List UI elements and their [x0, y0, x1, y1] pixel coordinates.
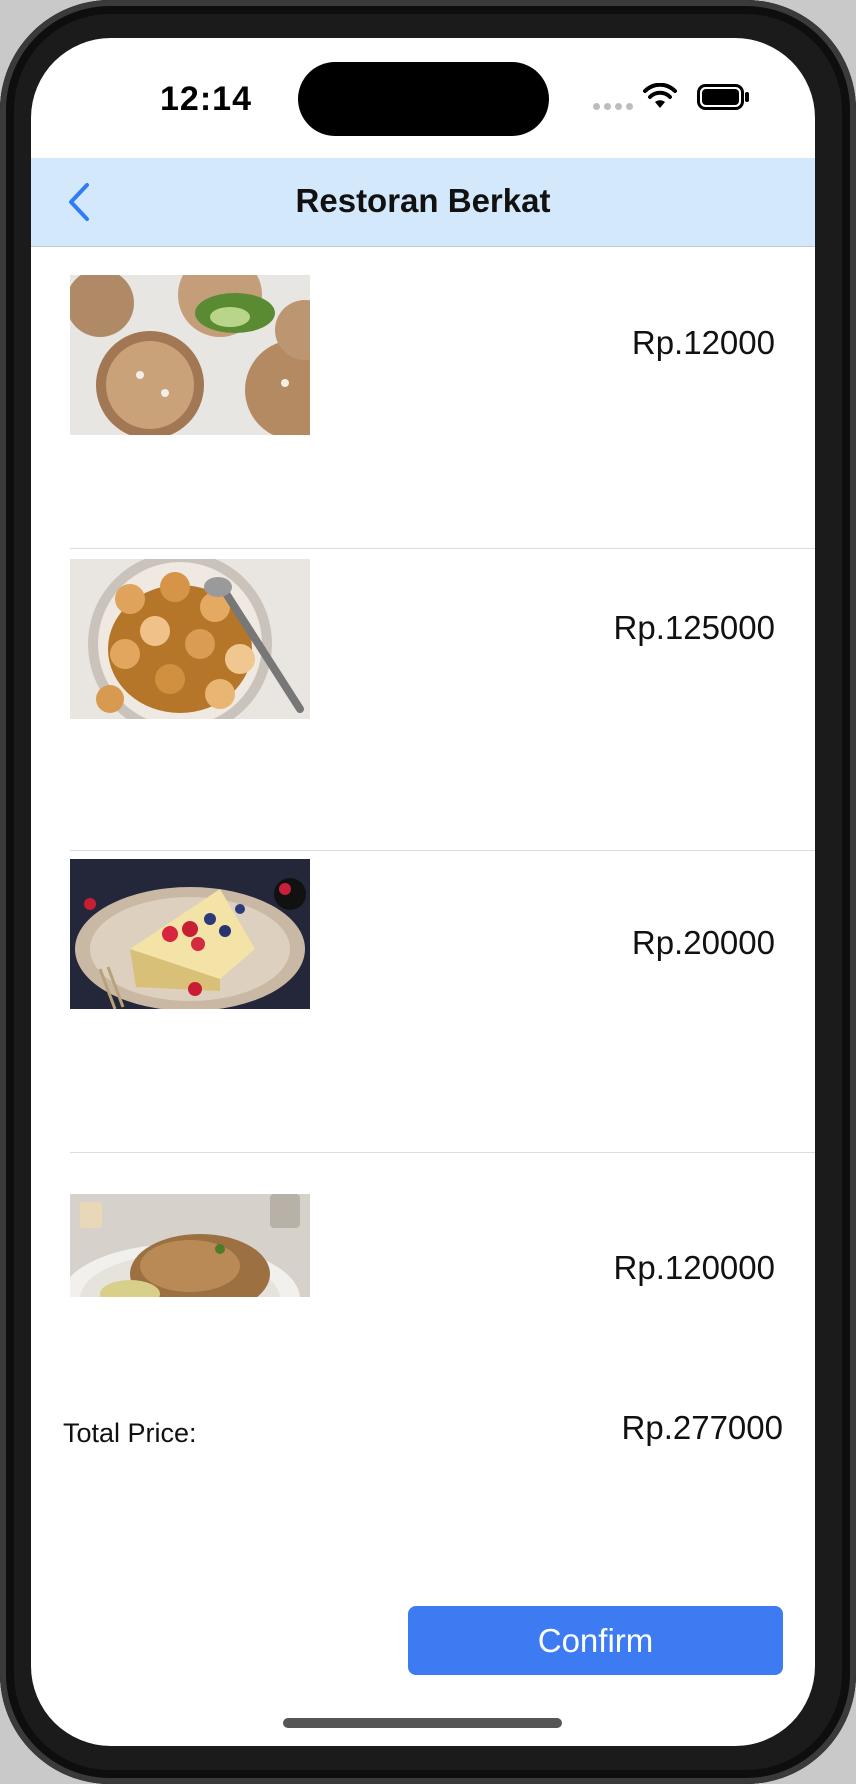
berry-cheesecake-slice-photo — [70, 859, 310, 1019]
page-title: Restoran Berkat — [295, 182, 551, 219]
roast-chicken-plate-photo — [70, 1194, 310, 1297]
dynamic-island — [298, 62, 549, 136]
wifi-icon — [643, 83, 677, 108]
list-item[interactable]: Rp.20000 — [31, 851, 815, 1153]
status-time: 12:14 — [160, 80, 252, 118]
status-bar: 12:14 — [31, 38, 815, 158]
order-item-list[interactable]: Rp.12000 Rp.125000 Rp.20000 Rp.120000 — [31, 247, 815, 1297]
navigation-bar: Restoran Berkat — [31, 158, 815, 247]
list-item[interactable]: Rp.12000 — [31, 247, 815, 549]
app-screen: 12:14 Restoran Berkat Rp.12000 Rp.125000… — [31, 38, 815, 1746]
total-price-label: Total Price: — [63, 1418, 197, 1448]
stuffed-meatball-appetizer-photo — [70, 275, 310, 435]
item-price: Rp.20000 — [631, 924, 775, 961]
battery-icon — [697, 84, 749, 110]
item-price: Rp.120000 — [613, 1249, 775, 1286]
seared-scallops-plate-photo — [70, 559, 310, 719]
confirm-button[interactable]: Confirm — [408, 1606, 783, 1675]
item-price: Rp.125000 — [613, 609, 775, 646]
total-price-value: Rp.277000 — [621, 1409, 783, 1446]
item-price: Rp.12000 — [631, 324, 775, 361]
home-indicator[interactable] — [283, 1718, 562, 1728]
signal-dots-icon — [593, 103, 633, 110]
list-item[interactable]: Rp.120000 — [31, 1153, 815, 1297]
list-item[interactable]: Rp.125000 — [31, 549, 815, 851]
